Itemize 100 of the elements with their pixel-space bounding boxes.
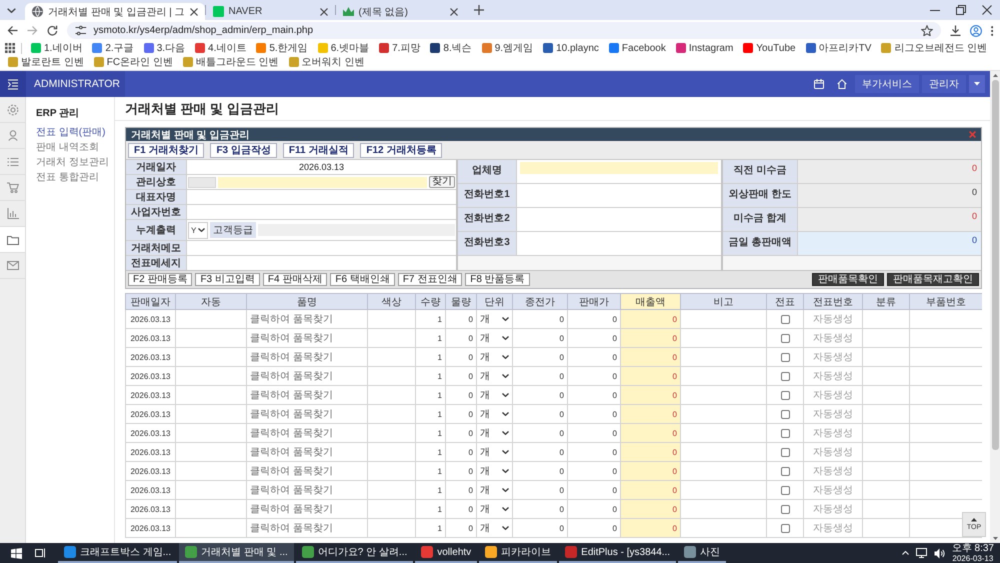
bookmark[interactable]: Facebook [606, 41, 669, 55]
bookmark[interactable]: 2.구글 [89, 41, 137, 55]
action-button[interactable]: F4 판매삭제 [262, 273, 328, 286]
bookmark[interactable]: 아프리카TV [802, 41, 874, 55]
close-icon[interactable] [982, 5, 992, 15]
sidebar-item[interactable]: 거래처 정보관리 [36, 155, 109, 170]
item-picker-cell[interactable]: 클릭하여 품목찾기 [246, 518, 368, 538]
checkbox[interactable] [780, 524, 790, 532]
taskbar-item[interactable]: vollehtv [415, 543, 478, 563]
more-icon[interactable] [990, 26, 993, 36]
input-field[interactable] [187, 256, 456, 270]
bookmark[interactable]: 4.네이트 [192, 41, 250, 55]
bookmark[interactable]: 1.네이버 [28, 41, 86, 55]
item-picker-cell[interactable]: 클릭하여 품목찾기 [246, 348, 368, 366]
taskbar-item[interactable]: 피카라이브 [479, 543, 558, 563]
taskbar-item[interactable]: 크래프트박스 게임... [58, 543, 178, 563]
item-picker-cell[interactable]: 클릭하여 품목찾기 [246, 366, 368, 386]
select-field[interactable]: Y [188, 222, 208, 238]
item-picker-cell[interactable]: 클릭하여 품목찾기 [246, 480, 368, 500]
chevron-down-icon[interactable] [7, 8, 16, 12]
menu-icon[interactable] [8, 78, 18, 90]
plus-icon[interactable] [474, 5, 484, 15]
profile-icon[interactable] [970, 24, 982, 36]
input-field[interactable] [187, 190, 456, 204]
taskbar-item[interactable]: 거래처별 판매 및 ... [179, 543, 294, 563]
speaker-icon[interactable] [934, 548, 945, 558]
input-field[interactable] [187, 241, 456, 255]
bookmark[interactable]: 5.한게임 [253, 41, 311, 55]
restore-icon[interactable] [956, 5, 966, 15]
sidebar-item[interactable]: 판매 내역조회 [36, 140, 99, 155]
close-icon[interactable] [320, 8, 328, 16]
checkbox[interactable] [780, 448, 790, 456]
action-button[interactable]: F3 비고입력 [195, 273, 260, 286]
header-button[interactable]: 부가서비스 [855, 75, 919, 93]
checkbox[interactable] [780, 486, 790, 494]
download-icon[interactable] [950, 25, 961, 36]
input-field[interactable] [517, 232, 721, 255]
forward-icon[interactable] [27, 25, 38, 36]
item-picker-cell[interactable]: 클릭하여 품목찾기 [246, 500, 368, 518]
scrollbar[interactable] [990, 71, 1000, 543]
action-button[interactable]: F7 전표인쇄 [398, 273, 462, 286]
action-button[interactable]: F6 택배인쇄 [330, 273, 395, 286]
input-field[interactable] [517, 208, 721, 231]
input-field[interactable] [187, 205, 456, 219]
action-button[interactable]: F8 반품등록 [465, 273, 530, 286]
checkbox[interactable] [780, 390, 790, 400]
find-button[interactable]: 찾기 [429, 176, 455, 188]
input-field[interactable] [218, 176, 427, 188]
bookmark[interactable]: YouTube [740, 41, 799, 55]
task-view-icon[interactable] [35, 548, 46, 558]
checkbox[interactable] [780, 504, 790, 514]
close-icon[interactable] [450, 8, 458, 16]
sidebar-item[interactable]: 전표 입력(판매) [36, 125, 106, 140]
bookmark[interactable]: 6.넷마블 [314, 41, 372, 55]
sidebar-item[interactable]: 전표 통합관리 [36, 170, 99, 185]
address-bar[interactable]: ysmoto.kr/ys4erp/adm/shop_admin/erp_main.php [67, 22, 941, 39]
checkbox[interactable] [780, 334, 790, 342]
taskbar-item[interactable]: 사진 [678, 543, 726, 563]
chevron-up-icon[interactable] [902, 551, 909, 555]
calendar-icon[interactable] [814, 79, 824, 89]
browser-tab[interactable]: 거래처별 판매 및 입금관리 | 그 [25, 3, 204, 20]
bookmark[interactable]: 9.엠게임 [478, 41, 536, 55]
apps-grid-icon[interactable] [5, 43, 15, 53]
bookmark[interactable]: 발로란트 인벤 [5, 55, 87, 69]
monitor-icon[interactable] [916, 548, 927, 558]
bookmark[interactable]: 7.피망 [376, 41, 424, 55]
windows-icon[interactable] [11, 548, 22, 558]
item-picker-cell[interactable]: 클릭하여 품목찾기 [246, 442, 368, 462]
item-picker-cell[interactable]: 클릭하여 품목찾기 [246, 404, 368, 424]
action-button[interactable]: F2 판매등록 [128, 273, 192, 286]
function-button[interactable]: F11 거래실적 [282, 142, 354, 158]
bookmark[interactable]: 배틀그라운드 인벤 [180, 55, 282, 69]
item-picker-cell[interactable]: 클릭하여 품목찾기 [246, 386, 368, 404]
input-field[interactable] [258, 224, 455, 236]
scroll-up-icon[interactable] [992, 74, 998, 77]
nav-button[interactable] [0, 227, 25, 253]
item-picker-cell[interactable]: 클릭하여 품목찾기 [246, 310, 368, 328]
function-button[interactable]: F12 거래처등록 [360, 142, 442, 158]
checkbox[interactable] [780, 466, 790, 476]
function-button[interactable]: F1 거래처찾기 [128, 142, 204, 158]
bookmark[interactable]: 오버워치 인벤 [286, 55, 368, 69]
checkbox[interactable] [780, 372, 790, 380]
input-field[interactable] [520, 162, 718, 174]
close-icon[interactable] [190, 8, 198, 16]
home-icon[interactable] [837, 79, 847, 89]
scroll-down-icon[interactable] [992, 537, 998, 540]
checkbox[interactable] [780, 428, 790, 438]
header-button[interactable]: 관리자 [922, 75, 966, 93]
back-icon[interactable] [7, 25, 18, 36]
scrollbar-thumb[interactable] [992, 80, 998, 450]
check-button[interactable]: 판매품목재고확인 [887, 273, 979, 286]
check-button[interactable]: 판매품목확인 [812, 273, 884, 286]
dropdown-button[interactable] [969, 75, 985, 93]
browser-tab[interactable]: (제목 없음) [336, 3, 464, 20]
bookmark[interactable]: 10.plaync [540, 41, 602, 55]
bookmark[interactable]: FC온라인 인벤 [90, 55, 176, 69]
checkbox[interactable] [780, 352, 790, 362]
item-picker-cell[interactable]: 클릭하여 품목찾기 [246, 328, 368, 348]
item-picker-cell[interactable]: 클릭하여 품목찾기 [246, 424, 368, 442]
browser-tab[interactable]: NAVER [206, 3, 334, 20]
